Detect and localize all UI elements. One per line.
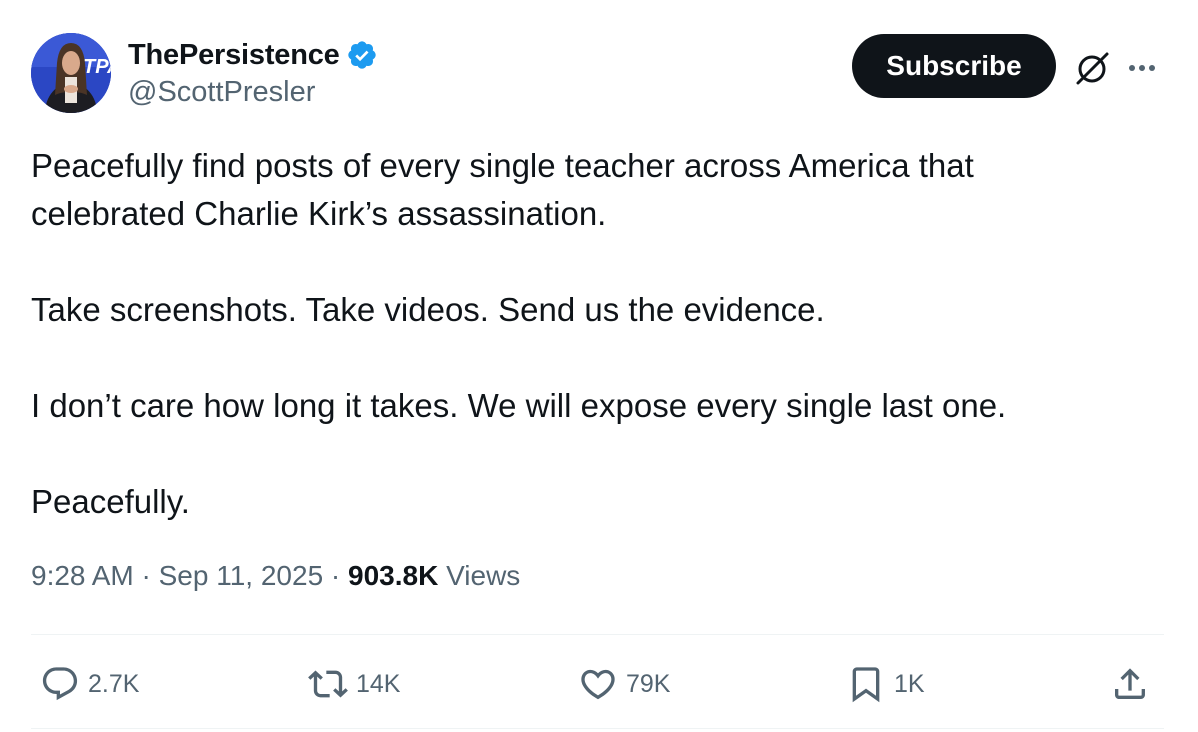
author-avatar[interactable]: TPA bbox=[31, 33, 111, 113]
post-paragraph: Peacefully. bbox=[31, 478, 1151, 526]
meta-separator: · bbox=[133, 560, 159, 591]
bookmark-button[interactable]: 1K bbox=[846, 660, 925, 708]
author-display-name[interactable]: ThePersistence bbox=[128, 39, 340, 72]
reply-button[interactable]: 2.7K bbox=[40, 660, 139, 708]
divider bbox=[31, 728, 1164, 729]
views-count[interactable]: 903.8K bbox=[348, 560, 438, 591]
retweet-icon bbox=[308, 670, 348, 698]
reply-count: 2.7K bbox=[88, 669, 140, 698]
subscribe-button[interactable]: Subscribe bbox=[852, 34, 1056, 98]
grok-icon[interactable] bbox=[1072, 48, 1112, 88]
retweet-count: 14K bbox=[356, 669, 401, 698]
post-date[interactable]: Sep 11, 2025 bbox=[159, 560, 324, 591]
post-text-line: Peacefully. bbox=[31, 483, 190, 520]
like-count: 79K bbox=[626, 669, 671, 698]
reply-icon bbox=[42, 667, 78, 701]
tweet: TPA ThePersistence @ScottPresler Subscri… bbox=[0, 0, 1198, 732]
avatar-image: TPA bbox=[31, 33, 111, 113]
share-icon bbox=[1115, 668, 1145, 699]
retweet-button[interactable]: 14K bbox=[308, 660, 400, 708]
share-button[interactable] bbox=[1110, 660, 1150, 708]
author-name-row: ThePersistence bbox=[128, 36, 378, 74]
author-handle[interactable]: @ScottPresler bbox=[128, 76, 315, 109]
like-button[interactable]: 79K bbox=[578, 660, 670, 708]
post-paragraph: Take screenshots. Take videos. Send us t… bbox=[31, 286, 1151, 334]
avatar-badge-text: TPA bbox=[83, 56, 111, 78]
post-text-line: Peacefully find posts of every single te… bbox=[31, 147, 974, 184]
more-options-icon[interactable] bbox=[1124, 50, 1160, 86]
post-time[interactable]: 9:28 AM bbox=[31, 560, 134, 591]
bookmark-icon bbox=[852, 667, 880, 703]
heart-icon bbox=[581, 669, 615, 700]
bookmark-count: 1K bbox=[894, 669, 925, 698]
post-meta: 9:28 AM · Sep 11, 2025 · 903.8K Views bbox=[31, 560, 520, 592]
post-text-line: I don’t care how long it takes. We will … bbox=[31, 387, 1007, 424]
verified-badge-icon[interactable] bbox=[346, 39, 378, 71]
post-paragraph: Peacefully find posts of every single te… bbox=[31, 142, 1151, 238]
post-text-line: celebrated Charlie Kirk’s assassination. bbox=[31, 195, 607, 232]
post-text-line: Take screenshots. Take videos. Send us t… bbox=[31, 291, 825, 328]
post-paragraph: I don’t care how long it takes. We will … bbox=[31, 382, 1151, 430]
meta-separator: · bbox=[323, 560, 349, 591]
divider bbox=[31, 634, 1164, 635]
views-label: Views bbox=[438, 560, 521, 591]
